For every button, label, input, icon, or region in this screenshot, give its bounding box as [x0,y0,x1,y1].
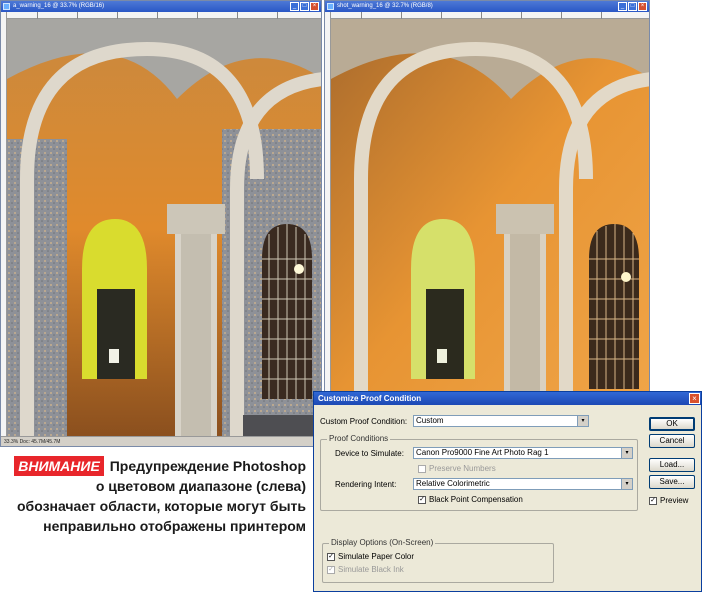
preview-checkbox[interactable]: ✓ Preview [649,496,688,505]
intent-value: Relative Colorimetric [416,479,490,488]
close-icon[interactable]: × [689,393,700,404]
simulate-paper-checkbox[interactable]: ✓ Simulate Paper Color [327,552,414,561]
preserve-numbers-checkbox[interactable]: Preserve Numbers [418,464,496,473]
chevron-down-icon[interactable]: ▾ [577,416,588,426]
maximize-icon[interactable]: □ [300,2,309,11]
left-document-window[interactable]: a_warning_16 @ 33.7% (RGB/16) _ □ × 33.3… [0,0,322,447]
black-point-checkbox[interactable]: ✓ Black Point Compensation [418,495,523,504]
soft-proof-photo [331,19,649,404]
display-options-title: Display Options (On-Screen) [329,538,436,547]
device-select[interactable]: Canon Pro9000 Fine Art Photo Rag 1 ▾ [413,447,633,459]
cancel-button[interactable]: Cancel [649,434,695,448]
simulate-paper-label: Simulate Paper Color [338,552,415,561]
intent-select[interactable]: Relative Colorimetric ▾ [413,478,633,490]
checkbox-icon [418,464,426,473]
right-window-title: shot_warning_16 @ 32.7% (RGB/8) [337,3,433,9]
customize-proof-dialog[interactable]: Customize Proof Condition × Custom Proof… [313,391,702,592]
ok-button[interactable]: OK [649,417,695,431]
simulate-ink-label: Simulate Black Ink [338,565,404,574]
checkmark-icon: ✓ [327,552,335,561]
figure-caption: ВНИМАНИЕ Предупреждение Photoshop о цвет… [14,456,306,536]
maximize-icon[interactable]: □ [628,2,637,11]
checkmark-icon: ✓ [327,565,335,574]
preview-label: Preview [660,496,689,505]
device-label: Device to Simulate: [335,449,404,458]
black-point-label: Black Point Compensation [429,495,523,504]
chevron-down-icon[interactable]: ▾ [621,479,632,489]
load-button[interactable]: Load... [649,458,695,472]
minimize-icon[interactable]: _ [290,2,299,11]
left-window-titlebar[interactable]: a_warning_16 @ 33.7% (RGB/16) _ □ × [1,1,321,12]
save-button[interactable]: Save... [649,475,695,489]
warning-badge: ВНИМАНИЕ [14,456,104,476]
horizontal-ruler [331,12,649,19]
horizontal-ruler [7,12,321,19]
left-window-status-bar: 33.3% Doc: 45.7M/45.7M [1,436,321,446]
display-options-group: Display Options (On-Screen) ✓ Simulate Pa… [322,538,554,583]
checkmark-icon: ✓ [418,495,426,504]
left-window-title: a_warning_16 @ 33.7% (RGB/16) [13,3,105,9]
custom-proof-value: Custom [416,416,444,425]
proof-conditions-title: Proof Conditions [327,434,391,443]
right-image-canvas[interactable] [331,19,649,404]
photoshop-doc-icon [3,3,10,10]
custom-proof-label: Custom Proof Condition: [320,417,408,426]
intent-label: Rendering Intent: [335,480,397,489]
photoshop-doc-icon [327,3,334,10]
preserve-numbers-label: Preserve Numbers [429,464,496,473]
dialog-title: Customize Proof Condition [314,392,701,405]
device-value: Canon Pro9000 Fine Art Photo Rag 1 [416,448,549,457]
proof-conditions-group: Proof Conditions Device to Simulate: Can… [320,434,638,511]
minimize-icon[interactable]: _ [618,2,627,11]
checkmark-icon: ✓ [649,496,657,505]
gamut-warning-photo [7,19,321,436]
close-icon[interactable]: × [638,2,647,11]
chevron-down-icon[interactable]: ▾ [621,448,632,458]
simulate-ink-checkbox[interactable]: ✓ Simulate Black Ink [327,565,404,574]
custom-proof-select[interactable]: Custom ▾ [413,415,589,427]
right-window-titlebar[interactable]: shot_warning_16 @ 32.7% (RGB/8) _ □ × [325,1,649,12]
left-image-canvas[interactable] [7,19,321,436]
right-document-window[interactable]: shot_warning_16 @ 32.7% (RGB/8) _ □ × [324,0,650,405]
close-icon[interactable]: × [310,2,319,11]
